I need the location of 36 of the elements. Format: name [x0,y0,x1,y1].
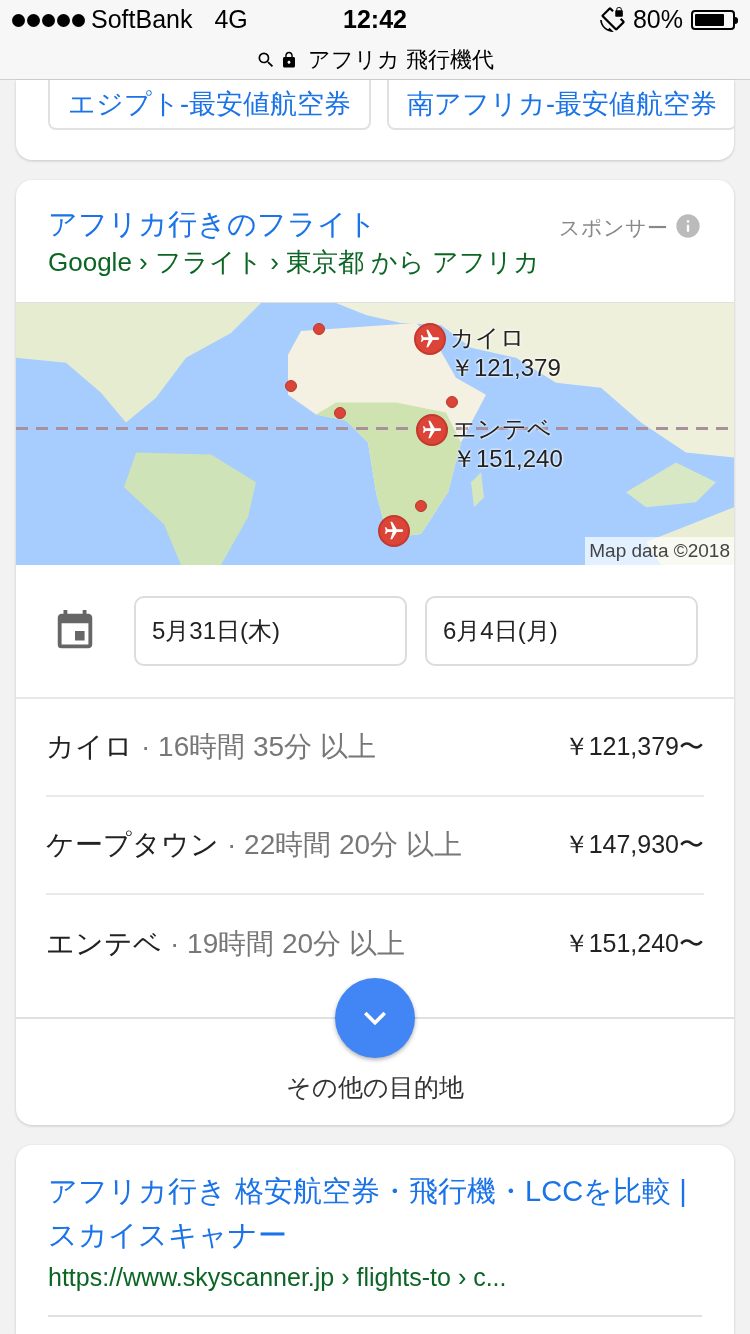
related-search-chip[interactable]: エジプト-最安値航空券 [48,80,371,130]
network-type: 4G [214,4,248,36]
battery-percent: 80% [632,4,683,36]
signal-icon [12,13,85,27]
related-search-chip[interactable]: 南アフリカ-最安値航空券 [387,80,734,130]
clock: 12:42 [343,4,407,36]
marker-price: ￥151,240 [452,444,563,474]
battery-icon [691,10,738,30]
destination-row[interactable]: ケープタウン · 22時間 20分 以上 ￥147,930〜 [46,797,704,895]
ad-title[interactable]: アフリカ行きのフライト [48,204,559,244]
expand-button[interactable] [335,978,415,1058]
destination-city: カイロ [46,730,133,764]
date-field[interactable]: 5月31日(木) [134,596,407,666]
address-bar[interactable]: アフリカ 飛行機代 [307,43,495,76]
marker-label: エンテベ [452,414,553,444]
result-title[interactable]: アフリカ行き 格安航空券・飛行機・LCCを比較 | スカイスキャナー [48,1168,702,1257]
flight-duration: · 19時間 20分 以上 [170,927,406,961]
destination-city: エンテベ [46,927,162,961]
date-field[interactable]: 6月4日(月) [425,596,698,666]
flight-duration: · 22時間 20分 以上 [227,828,463,862]
marker-label: カイロ [450,323,526,353]
marker-price: ￥121,379 [450,353,561,383]
destination-city: ケープタウン [46,828,219,862]
map-attribution: Map data ©2018 [585,536,734,565]
sponsor-label: スポンサー [559,215,668,241]
flight-duration: · 16時間 35分 以上 [141,730,377,764]
result-url: https://www.skyscanner.jp › flights-to › c... [48,1261,508,1293]
flight-price: ￥147,930〜 [563,829,704,861]
more-destinations-label[interactable]: その他の目的地 [286,1069,464,1107]
destination-row[interactable]: エンテベ · 19時間 20分 以上 ￥151,240〜 [46,895,704,993]
flight-price: ￥121,379〜 [563,731,704,763]
rotation-lock-icon [598,7,625,33]
breadcrumb: Google › フライト › 東京都 から アフリカ [48,246,542,279]
destination-row[interactable]: カイロ · 16時間 35分 以上 ￥121,379〜 [46,699,704,797]
carrier-name: SoftBank [91,4,193,36]
flight-price: ￥151,240〜 [563,928,704,960]
